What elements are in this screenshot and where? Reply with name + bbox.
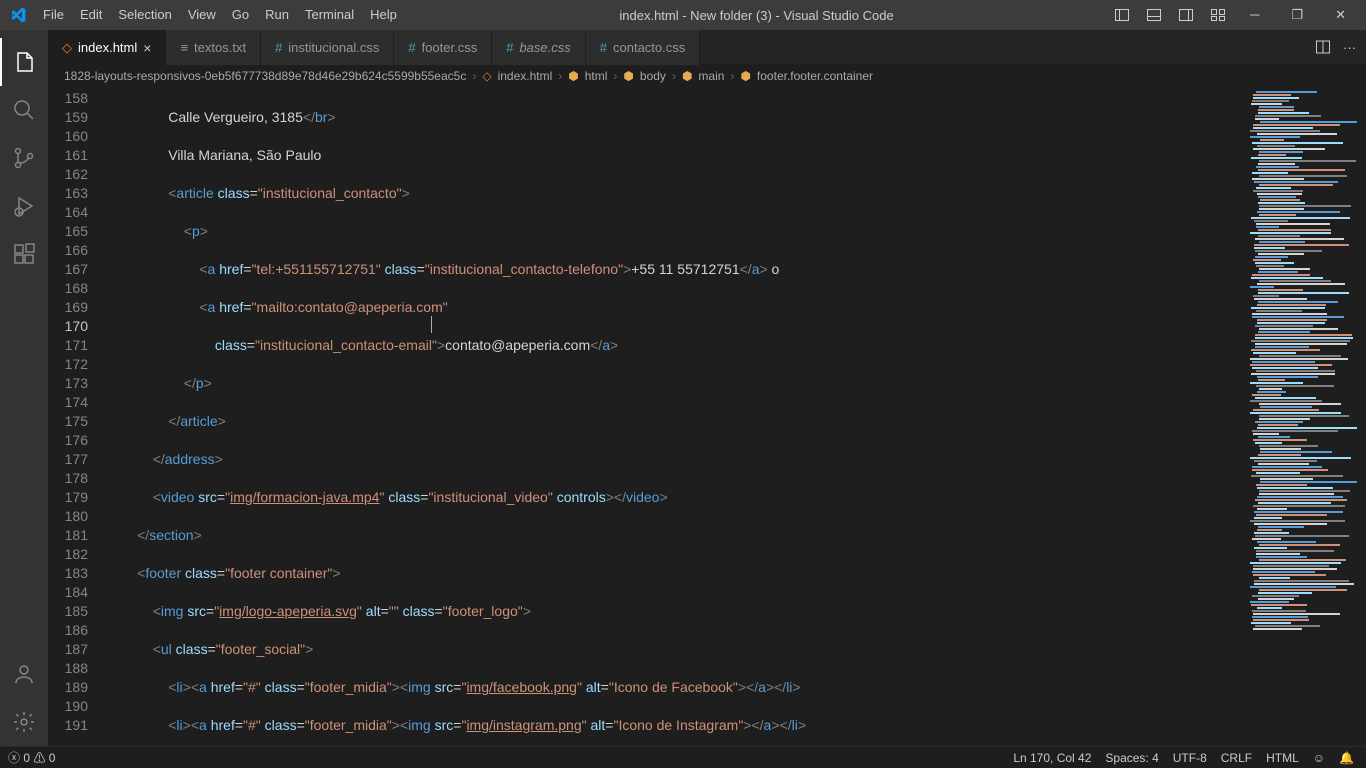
- tab-textos-txt[interactable]: ≡textos.txt: [166, 30, 261, 65]
- settings-icon[interactable]: [0, 698, 48, 746]
- run-debug-icon[interactable]: [0, 182, 48, 230]
- layout-right-icon[interactable]: [1172, 7, 1200, 23]
- code-content[interactable]: Calle Vergueiro, 3185</br> Villa Mariana…: [106, 87, 1246, 746]
- layout-custom-icon[interactable]: [1204, 7, 1232, 23]
- menu-go[interactable]: Go: [224, 0, 257, 30]
- menu-run[interactable]: Run: [257, 0, 297, 30]
- account-icon[interactable]: [0, 650, 48, 698]
- more-actions-icon[interactable]: ···: [1343, 40, 1356, 55]
- status-bell-icon[interactable]: 🔔: [1339, 751, 1354, 765]
- status-bar: ⓧ 0 ⚠ 0 Ln 170, Col 42 Spaces: 4 UTF-8 C…: [0, 746, 1366, 768]
- status-encoding[interactable]: UTF-8: [1173, 751, 1207, 765]
- source-control-icon[interactable]: [0, 134, 48, 182]
- minimize-button[interactable]: ─: [1236, 0, 1273, 30]
- tab-close-icon[interactable]: ×: [143, 40, 151, 56]
- status-feedback-icon[interactable]: ☺: [1313, 751, 1325, 765]
- activity-bar: [0, 30, 48, 746]
- minimap[interactable]: [1246, 87, 1366, 746]
- editor[interactable]: 1581591601611621631641651661671681691701…: [48, 87, 1366, 746]
- menu-file[interactable]: File: [35, 0, 72, 30]
- menu-help[interactable]: Help: [362, 0, 405, 30]
- menu-terminal[interactable]: Terminal: [297, 0, 362, 30]
- tab-bar: ◇index.html× ≡textos.txt #institucional.…: [48, 30, 1366, 65]
- split-editor-icon[interactable]: [1315, 39, 1331, 55]
- menu-bar: File Edit Selection View Go Run Terminal…: [35, 0, 405, 30]
- title-bar: File Edit Selection View Go Run Terminal…: [0, 0, 1366, 30]
- menu-selection[interactable]: Selection: [110, 0, 179, 30]
- status-spaces[interactable]: Spaces: 4: [1105, 751, 1158, 765]
- tab-base-css[interactable]: #base.css: [492, 30, 586, 65]
- breadcrumbs[interactable]: 1828-layouts-responsivos-0eb5f677738d89e…: [48, 65, 1366, 87]
- maximize-button[interactable]: ❐: [1277, 0, 1317, 30]
- tab-footer-css[interactable]: #footer.css: [394, 30, 492, 65]
- status-position[interactable]: Ln 170, Col 42: [1013, 751, 1091, 765]
- tab-index-html[interactable]: ◇index.html×: [48, 30, 166, 65]
- extensions-icon[interactable]: [0, 230, 48, 278]
- explorer-icon[interactable]: [0, 38, 48, 86]
- tab-contacto-css[interactable]: #contacto.css: [586, 30, 701, 65]
- status-language[interactable]: HTML: [1266, 751, 1299, 765]
- layout-left-icon[interactable]: [1108, 7, 1136, 23]
- line-numbers: 1581591601611621631641651661671681691701…: [48, 87, 106, 746]
- menu-view[interactable]: View: [180, 0, 224, 30]
- status-eol[interactable]: CRLF: [1221, 751, 1252, 765]
- search-icon[interactable]: [0, 86, 48, 134]
- menu-edit[interactable]: Edit: [72, 0, 110, 30]
- layout-bottom-icon[interactable]: [1140, 7, 1168, 23]
- tab-institucional-css[interactable]: #institucional.css: [261, 30, 394, 65]
- vscode-logo-icon: [0, 7, 35, 23]
- status-errors[interactable]: ⓧ 0 ⚠ 0: [8, 749, 55, 766]
- window-title: index.html - New folder (3) - Visual Stu…: [405, 8, 1108, 23]
- close-button[interactable]: ✕: [1321, 0, 1360, 30]
